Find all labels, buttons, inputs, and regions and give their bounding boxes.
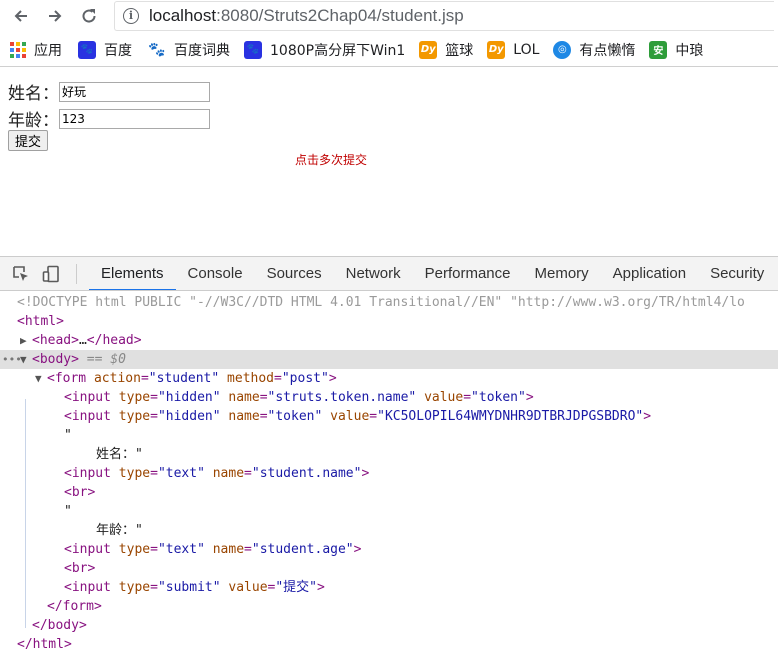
tab-elements[interactable]: Elements bbox=[89, 257, 176, 290]
bookmark-label: 百度 bbox=[104, 42, 132, 59]
bookmark-label: 1080P高分屏下Win1 bbox=[270, 42, 406, 59]
tree-guide-line bbox=[25, 399, 26, 628]
dom-body-close[interactable]: </body> bbox=[0, 616, 778, 635]
bookmark-zhonglang[interactable]: 安 中琅 bbox=[649, 40, 703, 60]
expand-arrow-icon[interactable]: ▶ bbox=[20, 331, 27, 350]
bookmark-baidu-dict[interactable]: 🐾 百度词典 bbox=[148, 40, 230, 60]
dom-form[interactable]: ▼ <form action="student" method="post"> bbox=[0, 369, 778, 388]
dom-doctype[interactable]: <!DOCTYPE html PUBLIC "-//W3C//DTD HTML … bbox=[0, 293, 778, 312]
devtools-tabbar: Elements Console Sources Network Perform… bbox=[0, 257, 778, 291]
bookmark-baidu[interactable]: 🐾 百度 bbox=[78, 40, 132, 60]
age-input[interactable] bbox=[59, 108, 210, 129]
browser-toolbar: i localhost:8080/Struts2Chap04/student.j… bbox=[0, 0, 778, 32]
bookmarks-bar: 应用 🐾 百度 🐾 百度词典 🐾 1080P高分屏下Win1 Dy 篮球 Dy … bbox=[0, 33, 778, 67]
dom-input-token[interactable]: <input type="hidden" name="token" value=… bbox=[0, 407, 778, 426]
url-path: :8080/Struts2Chap04/student.jsp bbox=[216, 6, 464, 25]
collapse-arrow-icon[interactable]: ▼ bbox=[20, 350, 27, 369]
dom-body[interactable]: ••• ▼ <body> == $0 bbox=[0, 350, 778, 369]
bookmark-label: LOL bbox=[513, 41, 540, 58]
name-label: 姓名： bbox=[8, 84, 59, 104]
bookmark-label: 中琅 bbox=[675, 42, 704, 59]
dom-head[interactable]: ▶ <head>…</head> bbox=[0, 331, 778, 350]
tab-security[interactable]: Security bbox=[698, 257, 776, 290]
bookmark-label: 篮球 bbox=[445, 42, 474, 59]
notice-text: 点击多次提交 bbox=[295, 153, 368, 167]
dy-icon: Dy bbox=[487, 40, 506, 59]
reload-icon[interactable] bbox=[76, 3, 102, 29]
dom-input-age[interactable]: <input type="text" name="student.age"> bbox=[0, 540, 778, 559]
devtools-panel: Elements Console Sources Network Perform… bbox=[0, 256, 778, 663]
more-dots-icon[interactable]: ••• bbox=[2, 350, 22, 369]
name-row: 姓名： bbox=[8, 79, 210, 104]
an-icon: 安 bbox=[649, 40, 668, 59]
tab-console[interactable]: Console bbox=[176, 257, 255, 290]
back-arrow-icon[interactable] bbox=[8, 3, 34, 29]
toolbar-divider bbox=[76, 263, 77, 284]
page-content: 姓名： 年龄： 提交 点击多次提交 bbox=[0, 67, 778, 256]
circle-logo-icon: ◎ bbox=[553, 40, 572, 59]
baidu-paw-icon: 🐾 bbox=[78, 40, 96, 59]
dom-html-open[interactable]: <html> bbox=[0, 312, 778, 331]
bookmark-basketball[interactable]: Dy 篮球 bbox=[419, 40, 473, 60]
token-value: KC5OLOPIL64WMYDNHR9DTBRJDPGSBDRO bbox=[384, 409, 636, 424]
apps-grid-icon bbox=[10, 41, 26, 58]
baidu-paw-icon: 🐾 bbox=[244, 40, 262, 59]
dom-tree: <!DOCTYPE html PUBLIC "-//W3C//DTD HTML … bbox=[0, 291, 778, 654]
submit-button[interactable]: 提交 bbox=[8, 130, 49, 151]
dom-br[interactable]: <br> bbox=[0, 483, 778, 502]
tab-application[interactable]: Application bbox=[601, 257, 698, 290]
dom-form-close[interactable]: </form> bbox=[0, 597, 778, 616]
bookmark-label: 有点懒惰 bbox=[579, 42, 636, 59]
dom-br[interactable]: <br> bbox=[0, 559, 778, 578]
baidu-dict-icon: 🐾 bbox=[148, 40, 166, 59]
dom-input-name[interactable]: <input type="text" name="student.name"> bbox=[0, 464, 778, 483]
tab-memory[interactable]: Memory bbox=[523, 257, 601, 290]
dom-text-quote[interactable]: " bbox=[0, 502, 778, 521]
tab-sources[interactable]: Sources bbox=[255, 257, 334, 290]
collapse-arrow-icon[interactable]: ▼ bbox=[35, 369, 42, 388]
bookmark-lazy[interactable]: ◎ 有点懒惰 bbox=[553, 40, 635, 60]
tab-network[interactable]: Network bbox=[334, 257, 413, 290]
dom-input-struts-token[interactable]: <input type="hidden" name="struts.token.… bbox=[0, 388, 778, 407]
device-toggle-icon[interactable] bbox=[40, 263, 62, 285]
name-input[interactable] bbox=[59, 81, 210, 102]
dy-icon: Dy bbox=[419, 40, 438, 59]
address-bar[interactable]: i localhost:8080/Struts2Chap04/student.j… bbox=[114, 1, 774, 31]
inspect-element-icon[interactable] bbox=[10, 263, 32, 285]
age-row: 年龄： bbox=[8, 106, 210, 131]
tab-performance[interactable]: Performance bbox=[413, 257, 523, 290]
dom-input-submit[interactable]: <input type="submit" value="提交"> bbox=[0, 578, 778, 597]
bookmark-label: 应用 bbox=[34, 42, 62, 59]
dom-text-name[interactable]: 姓名：" bbox=[0, 445, 778, 464]
bookmark-1080p[interactable]: 🐾 1080P高分屏下Win1 bbox=[244, 40, 405, 60]
forward-arrow-icon[interactable] bbox=[42, 3, 68, 29]
dom-html-close[interactable]: </html> bbox=[0, 635, 778, 654]
bookmark-apps[interactable]: 应用 bbox=[10, 40, 62, 60]
info-icon[interactable]: i bbox=[123, 8, 139, 24]
dom-text-age[interactable]: 年龄：" bbox=[0, 521, 778, 540]
bookmark-lol[interactable]: Dy LOL bbox=[487, 40, 540, 59]
dom-text-quote[interactable]: " bbox=[0, 426, 778, 445]
bookmark-label: 百度词典 bbox=[174, 42, 230, 59]
age-label: 年龄： bbox=[8, 111, 59, 131]
url-host: localhost bbox=[149, 6, 217, 25]
